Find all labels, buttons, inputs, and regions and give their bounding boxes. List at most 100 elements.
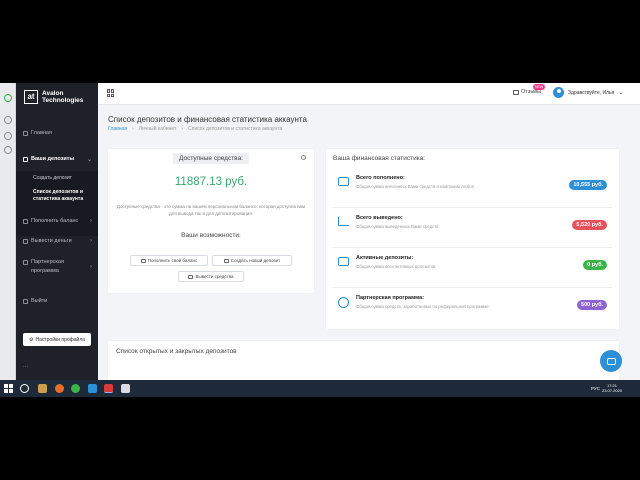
chevron-right-icon: › — [90, 238, 92, 244]
clock[interactable]: 17:21 23.07.2020 — [602, 383, 622, 393]
more-dots[interactable]: ... — [23, 363, 28, 369]
profile-settings-button[interactable]: ⚙ Настройки профайла — [23, 333, 91, 346]
grid-menu-icon[interactable] — [107, 89, 115, 97]
breadcrumb-cabinet[interactable]: Личный кабинет — [139, 126, 177, 132]
balance-amount: 11887.13 руб. — [174, 176, 248, 188]
stats-row-label: Активные депозиты: — [356, 255, 414, 261]
edge-icon[interactable] — [88, 384, 97, 393]
balance-title: Доступные средства: — [108, 153, 314, 164]
clock-icon[interactable] — [4, 146, 12, 154]
chrome-icon[interactable] — [71, 384, 80, 393]
deposits-list-title: Список открытых и закрытых депозитов — [116, 348, 237, 355]
breadcrumb-home[interactable]: Главная — [108, 126, 127, 132]
partner-icon — [23, 260, 28, 265]
logout-icon — [23, 298, 28, 304]
deposit-icon — [23, 156, 28, 162]
stats-row-label: Партнерская программа: — [356, 295, 425, 301]
opera-icon[interactable] — [104, 384, 113, 393]
user-icon — [338, 297, 349, 308]
chevron-right-icon: › — [90, 218, 92, 224]
wallet-icon — [23, 218, 28, 224]
wallet-icon — [140, 258, 146, 263]
status-icon[interactable] — [4, 94, 12, 102]
sidebar-item-label: Партнерская программа — [31, 259, 64, 274]
user-menu[interactable]: Здравствуйте, Илья ⌄ — [553, 87, 623, 98]
sidebar-item-topup[interactable]: Пополнить баланс › — [16, 218, 98, 224]
balance-card: Доступные средства: 11887.13 руб. Доступ… — [108, 149, 314, 293]
stats-row-label: Всего пополнено: — [356, 175, 405, 181]
app-screen: at Avalon Technologies Главная Ваши депо… — [0, 83, 640, 397]
user-greeting: Здравствуйте, Илья — [568, 89, 615, 96]
chevron-right-icon: › — [90, 264, 92, 270]
balance-title-text: Доступные средства: — [172, 153, 249, 164]
row-divider — [333, 287, 612, 288]
gear-icon: ⚙ — [28, 336, 34, 343]
stats-value-badge: 10,555 руб. — [569, 180, 607, 190]
withdraw-icon — [188, 274, 194, 279]
sidebar-item-label: Пополнить баланс — [31, 218, 79, 224]
explorer-icon[interactable] — [38, 384, 47, 393]
row-divider — [333, 247, 612, 248]
stats-row-desc: Общая сумма выведенных Вами средств — [356, 224, 439, 229]
clock-date: 23.07.2020 — [601, 388, 622, 393]
sidebar-item-deposits[interactable]: Ваши депозиты ⌄ — [16, 156, 98, 163]
balance-description: Доступные средства - это сумма на вашем … — [116, 204, 306, 216]
history-icon[interactable] — [4, 116, 12, 124]
sidebar-item-label: Вывести деньги — [31, 238, 72, 244]
topup-balance-button[interactable]: Пополнить свой баланс — [130, 255, 208, 266]
logo-mark: at — [24, 90, 38, 104]
breadcrumb-current: Список депозитов и статистика аккаунта — [188, 126, 283, 132]
logo-line1: Avalon — [42, 90, 64, 97]
profile-settings-label: Настройки профайла — [35, 336, 86, 343]
sidebar-item-home[interactable]: Главная — [16, 130, 98, 136]
chat-bubble-icon — [513, 89, 519, 95]
info-icon[interactable] — [301, 155, 306, 160]
firefox-icon[interactable] — [55, 384, 64, 393]
breadcrumb: Главная › Личный кабинет › Список депози… — [108, 126, 282, 132]
sidebar-item-partner[interactable]: Партнерская программа › — [16, 258, 92, 276]
language-indicator[interactable]: РУС — [591, 386, 600, 391]
breadcrumb-separator: › — [132, 126, 134, 132]
sidebar-item-withdraw[interactable]: Вывести деньги › — [16, 238, 98, 244]
new-badge: NEW — [533, 84, 546, 90]
sidebar-subitem-deposit-list[interactable]: Список депозитов и статистика аккаунта — [33, 189, 91, 203]
search-icon[interactable] — [20, 384, 29, 393]
heart-icon[interactable] — [4, 132, 12, 140]
withdraw-funds-button[interactable]: Вывести средства — [178, 271, 244, 282]
stats-row-active-deposits: Активные депозиты: Общая сумма всех акти… — [326, 247, 619, 287]
withdraw-funds-label: Вывести средства — [195, 274, 234, 279]
windows-start-icon[interactable] — [4, 384, 13, 393]
logo[interactable]: at Avalon Technologies — [24, 90, 83, 104]
stats-value-badge: 0 руб. — [583, 260, 607, 270]
stats-row-desc: Общая сумма средств, заработанных по реф… — [356, 304, 489, 309]
trend-icon — [338, 217, 349, 226]
sidebar-item-label: Выйти — [31, 298, 48, 304]
withdraw-icon — [23, 238, 28, 244]
stats-row-total-withdrawn: Всего выведено: Общая сумма выведенных В… — [326, 207, 619, 247]
stats-row-partner-program: Партнерская программа: Общая сумма средс… — [326, 287, 619, 327]
sidebar: at Avalon Technologies Главная Ваши депо… — [16, 83, 98, 380]
window-icon[interactable] — [121, 384, 130, 393]
browser-side-strip — [0, 83, 16, 380]
row-divider — [333, 207, 612, 208]
chevron-down-icon: ⌄ — [86, 156, 92, 163]
deposits-list-card: Список открытых и закрытых депозитов — [108, 341, 619, 381]
topbar: Отзывы NEW Здравствуйте, Илья ⌄ — [98, 83, 640, 105]
stats-row-desc: Общая сумма внесенных Вами средств в ком… — [356, 184, 475, 189]
capabilities-title: Ваши возможности: — [181, 232, 241, 239]
chat-icon — [606, 357, 616, 365]
sidebar-subitem-create-deposit[interactable]: Создать депозит — [33, 175, 72, 182]
sidebar-item-logout[interactable]: Выйти — [16, 298, 98, 304]
create-deposit-button[interactable]: Создать новый депозит — [212, 255, 292, 266]
chevron-down-icon: ⌄ — [618, 90, 624, 96]
stats-row-total-topup: Всего пополнено: Общая сумма внесенных В… — [326, 167, 619, 207]
deposit-icon — [223, 258, 229, 263]
sidebar-item-label: Главная — [31, 130, 52, 136]
create-deposit-label: Создать новый депозит — [230, 258, 281, 263]
avatar — [553, 87, 564, 98]
stats-card: Ваша финансовая статистика: Всего пополн… — [326, 149, 619, 329]
page-title: Список депозитов и финансовая статистика… — [108, 115, 307, 124]
live-chat-button[interactable] — [600, 350, 622, 372]
stats-value-badge: 500 руб. — [577, 300, 607, 310]
stats-title: Ваша финансовая статистика: — [333, 155, 426, 162]
